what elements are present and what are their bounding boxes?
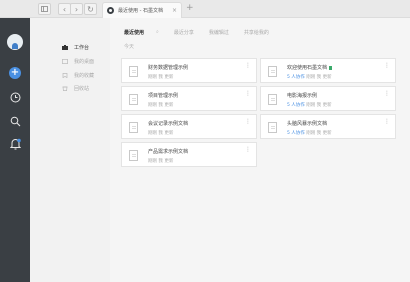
- more-icon[interactable]: ⋮: [245, 118, 251, 125]
- document-icon: [129, 94, 138, 105]
- document-name: 头脑风暴示例文档: [287, 121, 328, 127]
- sidebar-item-workbench[interactable]: 工作台: [62, 44, 89, 51]
- more-icon[interactable]: ⋮: [245, 62, 251, 69]
- bookmark-icon: [62, 73, 68, 79]
- recent-button[interactable]: [9, 91, 21, 103]
- back-icon: ‹: [62, 4, 67, 14]
- tab-recent-used[interactable]: 最近使用: [124, 29, 144, 36]
- tab-title: 最近使用 - 石墨文档: [118, 8, 163, 14]
- sidebar-item-label: 我的收藏: [74, 73, 95, 79]
- more-icon[interactable]: ⋮: [245, 146, 251, 153]
- document-card[interactable]: 电影海报示例 5 人协作 刚刚 我 更新 ⋮: [260, 86, 396, 111]
- document-meta: 5 人协作 刚刚 我 更新: [287, 75, 332, 80]
- browser-toolbar: ‹ › ↻ 最近使用 - 石墨文档 × +: [0, 0, 410, 18]
- notifications-button[interactable]: [9, 138, 21, 150]
- document-meta: 刚刚 我 更新: [148, 131, 174, 136]
- filter-tabs: 最近使用 ⌕ 最近分享 我编辑过 共享给我的: [124, 29, 284, 36]
- document-meta: 刚刚 我 更新: [148, 159, 174, 164]
- document-card[interactable]: 会议记录示例文档 刚刚 我 更新 ⋮: [121, 114, 257, 139]
- sidebar-item-favorites[interactable]: 我的收藏: [62, 72, 94, 79]
- tab-close-icon[interactable]: ×: [172, 7, 177, 14]
- document-meta: 刚刚 我 更新: [148, 75, 174, 80]
- document-card[interactable]: 财务数据管理示例 刚刚 我 更新 ⋮: [121, 58, 257, 83]
- more-icon[interactable]: ⋮: [384, 90, 390, 97]
- sidebar-item-label: 我的桌面: [74, 59, 95, 65]
- document-icon: [268, 94, 277, 105]
- new-tab-button[interactable]: +: [186, 3, 194, 13]
- sidebar-item-label: 回收站: [74, 86, 90, 92]
- more-icon[interactable]: ⋮: [384, 62, 390, 69]
- document-icon: [129, 150, 138, 161]
- bell-icon: [9, 138, 21, 150]
- document-card[interactable]: 头脑风暴示例文档 5 人协作 刚刚 我 更新 ⋮: [260, 114, 396, 139]
- tab-shared-with-me[interactable]: 共享给我的: [244, 29, 269, 36]
- sidebar-toggle-button[interactable]: [38, 3, 51, 15]
- document-name: 会议记录示例文档: [148, 121, 189, 127]
- tab-recent-shared[interactable]: 最近分享: [174, 29, 194, 36]
- document-name: 财务数据管理示例: [148, 65, 189, 71]
- avatar[interactable]: [7, 34, 23, 50]
- document-icon: [268, 122, 277, 133]
- collaborators-count: 5 人协作: [287, 103, 305, 108]
- briefcase-icon: [62, 45, 68, 50]
- document-icon: [129, 122, 138, 133]
- more-icon[interactable]: ⋮: [384, 118, 390, 125]
- document-icon: [268, 66, 277, 77]
- document-card[interactable]: 项目管理示例 刚刚 我 更新 ⋮: [121, 86, 257, 111]
- section-today-label: 今天: [124, 44, 135, 50]
- document-card[interactable]: 欢迎使用石墨文档 5 人协作 刚刚 我 更新 ⋮: [260, 58, 396, 83]
- document-name: 电影海报示例: [287, 93, 318, 99]
- app-rail: +: [0, 18, 30, 282]
- plus-icon: +: [10, 67, 20, 78]
- clock-icon: [10, 92, 20, 102]
- sidebar-item-trash[interactable]: 回收站: [62, 85, 89, 92]
- document-meta: 5 人协作 刚刚 我 更新: [287, 131, 332, 136]
- sidebar: 工作台 我的桌面 我的收藏 回收站: [30, 18, 110, 282]
- document-name: 产品需求示例文档: [148, 149, 189, 155]
- collaborators-count: 5 人协作: [287, 131, 305, 136]
- more-icon[interactable]: ⋮: [245, 90, 251, 97]
- reload-button[interactable]: ↻: [84, 3, 97, 15]
- search-icon: [10, 116, 20, 126]
- green-tag-icon: [329, 65, 333, 70]
- shimo-favicon-icon: [107, 7, 114, 14]
- document-name: 项目管理示例: [148, 93, 179, 99]
- document-card[interactable]: 产品需求示例文档 刚刚 我 更新 ⋮: [121, 142, 257, 167]
- document-meta: 刚刚 我 更新: [148, 103, 174, 108]
- collaborators-count: 5 人协作: [287, 75, 305, 80]
- document-meta: 5 人协作 刚刚 我 更新: [287, 103, 332, 108]
- sidebar-item-desktop[interactable]: 我的桌面: [62, 58, 94, 65]
- trash-icon: [62, 86, 68, 91]
- filter-search-icon[interactable]: ⌕: [156, 29, 159, 36]
- search-button[interactable]: [9, 115, 21, 127]
- document-name: 欢迎使用石墨文档: [287, 64, 333, 71]
- new-document-button[interactable]: +: [9, 67, 21, 79]
- forward-button[interactable]: ›: [70, 3, 83, 15]
- reload-icon: ↻: [87, 4, 94, 14]
- tab-edited[interactable]: 我编辑过: [209, 29, 229, 36]
- sidebar-toggle-icon: [41, 6, 48, 12]
- main-content: 最近使用 ⌕ 最近分享 我编辑过 共享给我的 今天 财务数据管理示例 刚刚 我 …: [110, 18, 410, 282]
- sidebar-item-label: 工作台: [74, 45, 90, 51]
- tab-recent[interactable]: 最近使用 - 石墨文档 ×: [102, 2, 182, 18]
- desktop-icon: [62, 59, 68, 64]
- document-icon: [129, 66, 138, 77]
- forward-icon: ›: [74, 4, 79, 14]
